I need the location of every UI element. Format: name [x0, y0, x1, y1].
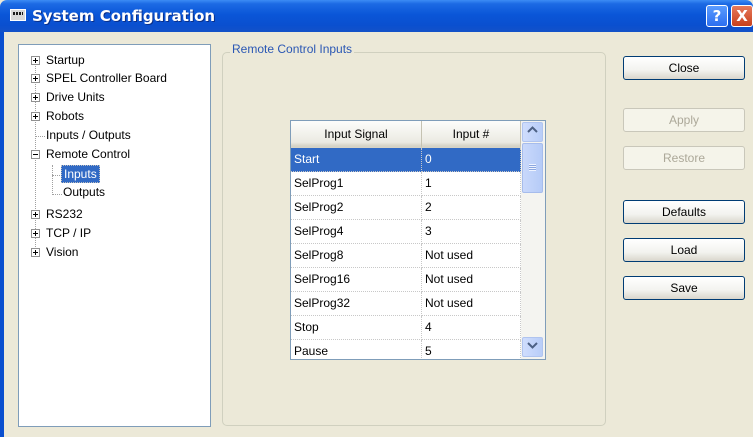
table-row[interactable]: Start 0	[291, 148, 521, 172]
input-number-cell[interactable]: Not used	[422, 292, 521, 316]
expand-plus-icon[interactable]	[31, 93, 40, 102]
expand-plus-icon[interactable]	[31, 112, 40, 121]
input-number-cell[interactable]: 0	[422, 148, 521, 172]
tree-item-robots[interactable]: Robots	[19, 107, 209, 125]
input-number-cell[interactable]: 3	[422, 220, 521, 244]
signal-cell[interactable]: SelProg2	[291, 196, 422, 220]
tree-item-label: Drive Units	[46, 90, 105, 104]
tree-item-spel-controller-board[interactable]: SPEL Controller Board	[19, 69, 209, 87]
inputs-grid[interactable]: Input Signal Input # Start 0 SelProg1 1 …	[290, 120, 546, 360]
window-frame	[0, 32, 4, 437]
table-row[interactable]: SelProg32 Not used	[291, 292, 521, 316]
app-icon	[10, 9, 26, 21]
tree-item-label: RS232	[46, 207, 83, 221]
signal-cell[interactable]: SelProg4	[291, 220, 422, 244]
tree-item-drive-units[interactable]: Drive Units	[19, 88, 209, 106]
window-title: System Configuration	[32, 7, 216, 25]
help-button[interactable]: ?	[706, 5, 728, 27]
input-number-cell[interactable]: 4	[422, 316, 521, 340]
restore-button[interactable]: Restore	[623, 146, 745, 170]
scrollbar-thumb[interactable]	[522, 143, 543, 193]
tree-item-inputs[interactable]: Inputs	[19, 164, 209, 183]
expand-plus-icon[interactable]	[31, 210, 40, 219]
signal-cell[interactable]: Stop	[291, 316, 422, 340]
expand-plus-icon[interactable]	[31, 74, 40, 83]
group-label: Remote Control Inputs	[230, 42, 355, 56]
tree-item-label: Robots	[46, 109, 85, 123]
tree-item-startup[interactable]: Startup	[19, 51, 209, 69]
signal-cell[interactable]: SelProg32	[291, 292, 422, 316]
tree-item-label: Vision	[46, 245, 79, 259]
close-button[interactable]: Close	[623, 56, 745, 80]
expand-plus-icon[interactable]	[31, 229, 40, 238]
tree-item-label: SPEL Controller Board	[46, 71, 167, 85]
column-header-input-signal[interactable]: Input Signal	[291, 121, 422, 148]
load-button[interactable]: Load	[623, 238, 745, 262]
tree-item-tcp-ip[interactable]: TCP / IP	[19, 224, 209, 242]
table-row[interactable]: Stop 4	[291, 316, 521, 340]
signal-cell[interactable]: Pause	[291, 340, 422, 359]
tree-item-label: Inputs	[61, 165, 100, 183]
title-bar: System Configuration ? X	[0, 0, 753, 32]
signal-cell[interactable]: SelProg1	[291, 172, 422, 196]
expand-plus-icon[interactable]	[31, 56, 40, 65]
signal-cell[interactable]: SelProg16	[291, 268, 422, 292]
collapse-minus-icon[interactable]	[31, 150, 40, 159]
table-row[interactable]: SelProg2 2	[291, 196, 521, 220]
input-number-cell[interactable]: Not used	[422, 244, 521, 268]
config-tree[interactable]: Startup SPEL Controller Board Drive Unit…	[18, 44, 211, 427]
defaults-button[interactable]: Defaults	[623, 200, 745, 224]
apply-button[interactable]: Apply	[623, 108, 745, 132]
chevron-up-icon[interactable]	[522, 122, 543, 142]
tree-item-label: Inputs / Outputs	[46, 128, 131, 142]
chevron-down-icon[interactable]	[522, 337, 543, 357]
tree-item-inputs-outputs[interactable]: Inputs / Outputs	[19, 126, 209, 144]
table-row[interactable]: SelProg4 3	[291, 220, 521, 244]
tree-item-label: Startup	[46, 53, 85, 67]
column-header-input-number[interactable]: Input #	[422, 121, 521, 148]
save-button[interactable]: Save	[623, 276, 745, 300]
table-row[interactable]: SelProg16 Not used	[291, 268, 521, 292]
input-number-cell[interactable]: Not used	[422, 268, 521, 292]
table-row[interactable]: SelProg8 Not used	[291, 244, 521, 268]
tree-item-rs232[interactable]: RS232	[19, 205, 209, 223]
table-row[interactable]: SelProg1 1	[291, 172, 521, 196]
expand-plus-icon[interactable]	[31, 248, 40, 257]
tree-item-label: Remote Control	[46, 147, 131, 161]
input-number-cell[interactable]: 5	[422, 340, 521, 359]
tree-item-remote-control[interactable]: Remote Control	[19, 145, 209, 163]
grid-vertical-scrollbar[interactable]	[521, 121, 545, 359]
signal-cell[interactable]: SelProg8	[291, 244, 422, 268]
tree-item-outputs[interactable]: Outputs	[19, 183, 209, 201]
input-number-cell[interactable]: 1	[422, 172, 521, 196]
tree-item-vision[interactable]: Vision	[19, 243, 209, 261]
input-number-cell[interactable]: 2	[422, 196, 521, 220]
table-row[interactable]: Pause 5	[291, 340, 521, 359]
tree-item-label: Outputs	[63, 185, 106, 199]
signal-cell[interactable]: Start	[291, 148, 422, 172]
grid-header: Input Signal Input #	[291, 121, 521, 148]
window-close-button[interactable]: X	[731, 5, 753, 27]
tree-item-label: TCP / IP	[46, 226, 92, 240]
